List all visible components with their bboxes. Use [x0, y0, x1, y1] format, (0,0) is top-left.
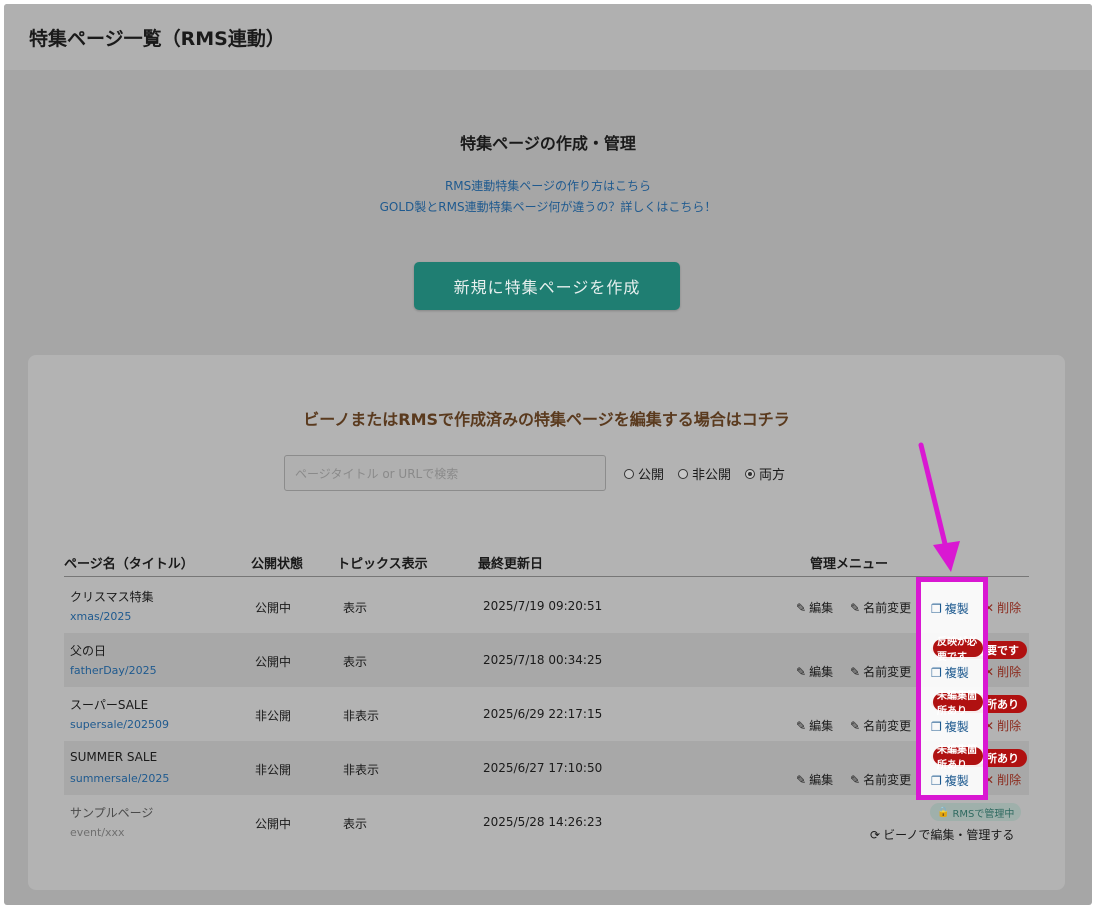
page-title: 特集ページ一覧（RMS連動） — [29, 28, 285, 50]
header-divider — [64, 576, 1029, 577]
delete-button[interactable]: ✕ 削除 — [984, 717, 1021, 734]
page-slug: event/xxx — [70, 826, 125, 839]
intro-title: 特集ページの作成・管理 — [460, 134, 636, 153]
page-name: サンプルページ — [70, 806, 154, 820]
edit-button[interactable]: ✎ 編集 — [796, 717, 833, 734]
copy-button[interactable]: ❐ 複製 — [932, 599, 970, 616]
topics-display: 非表示 — [343, 763, 380, 777]
last-updated: 2025/6/27 17:10:50 — [483, 761, 603, 775]
publish-filter: 公開 非公開 両方 — [624, 464, 785, 483]
radio-icon — [624, 468, 634, 479]
card-title: ビーノまたはRMSで作成済みの特集ページを編集する場合はコチラ — [303, 410, 790, 429]
copy-button[interactable]: ❐ 複製 — [932, 771, 970, 788]
page-slug-link[interactable]: summersale/2025 — [70, 772, 169, 785]
radio-checked-icon — [745, 468, 756, 479]
rename-button[interactable]: ✎ 名前変更 — [850, 771, 911, 788]
pencil-icon: ✎ — [796, 664, 807, 679]
copy-icon: ❐ — [932, 772, 943, 787]
table-row: SUMMER SALE summersale/2025 非公開 非表示 2025… — [64, 741, 1029, 795]
publish-status: 公開中 — [255, 601, 292, 615]
last-updated: 2025/7/18 00:34:25 — [483, 653, 603, 667]
pencil-icon: ✎ — [850, 772, 861, 787]
pencil-icon: ✎ — [850, 664, 861, 679]
close-icon: ✕ — [984, 600, 995, 615]
delete-button[interactable]: ✕ 削除 — [984, 599, 1021, 616]
rename-button[interactable]: ✎ 名前変更 — [850, 663, 911, 680]
copy-icon: ❐ — [932, 664, 943, 679]
page-header: 特集ページ一覧（RMS連動） — [4, 4, 1092, 70]
table-row: サンプルページ event/xxx 公開中 表示 2025/5/28 14:26… — [64, 795, 1029, 849]
col-header-status: 公開状態 — [251, 557, 304, 572]
col-header-name: ページ名（タイトル） — [64, 557, 194, 572]
pencil-icon: ✎ — [850, 600, 861, 615]
filter-private[interactable]: 非公開 — [678, 464, 731, 483]
close-icon: ✕ — [984, 664, 995, 679]
rms-managed-badge: 🔒 RMSで管理中 — [930, 803, 1022, 821]
table-row: スーパーSALE supersale/202509 非公開 非表示 2025/6… — [64, 687, 1029, 741]
status-badge: 未編集箇所あり — [934, 695, 1027, 713]
table-row: 父の日 fatherDay/2025 公開中 表示 2025/7/18 00:3… — [64, 633, 1029, 687]
edit-button[interactable]: ✎ 編集 — [796, 599, 833, 616]
filter-both[interactable]: 両方 — [745, 464, 785, 483]
publish-status: 非公開 — [255, 763, 292, 777]
lock-icon: 🔒 — [937, 806, 950, 818]
status-badge: 未編集箇所あり — [934, 749, 1027, 767]
topics-display: 表示 — [343, 601, 368, 615]
col-header-topics: トピックス表示 — [337, 557, 428, 572]
create-page-button[interactable]: 新規に特集ページを作成 — [414, 262, 680, 310]
topics-display: 表示 — [343, 655, 368, 669]
col-header-updated: 最終更新日 — [478, 557, 544, 572]
search-placeholder: ページタイトル or URLで検索 — [295, 466, 459, 481]
publish-status: 非公開 — [255, 709, 292, 723]
app-window: 特集ページ一覧（RMS連動） 特集ページの作成・管理 RMS連動特集ページの作り… — [4, 4, 1092, 905]
page-name: スーパーSALE — [70, 698, 149, 712]
table-row: クリスマス特集 xmas/2025 公開中 表示 2025/7/19 09:20… — [64, 579, 1029, 633]
edit-button[interactable]: ✎ 編集 — [796, 663, 833, 680]
delete-button[interactable]: ✕ 削除 — [984, 663, 1021, 680]
topics-display: 非表示 — [343, 709, 380, 723]
copy-icon: ❐ — [932, 600, 943, 615]
last-updated: 2025/7/19 09:20:51 — [483, 599, 603, 613]
edit-button[interactable]: ✎ 編集 — [796, 771, 833, 788]
how-to-link[interactable]: RMS連動特集ページの作り方はこちら — [4, 177, 1092, 194]
pencil-icon: ✎ — [796, 718, 807, 733]
status-badge: 反映が必要です — [934, 641, 1027, 659]
topics-display: 表示 — [343, 817, 368, 831]
copy-button[interactable]: ❐ 複製 — [932, 663, 970, 680]
page-slug-link[interactable]: xmas/2025 — [70, 610, 131, 623]
page-slug-link[interactable]: supersale/202509 — [70, 718, 169, 731]
page-name: SUMMER SALE — [70, 750, 158, 764]
col-header-menu: 管理メニュー — [810, 557, 889, 572]
close-icon: ✕ — [984, 772, 995, 787]
page-name: クリスマス特集 — [70, 590, 154, 604]
page-name: 父の日 — [70, 644, 107, 658]
copy-button[interactable]: ❐ 複製 — [932, 717, 970, 734]
publish-status: 公開中 — [255, 817, 292, 831]
page-slug-link[interactable]: fatherDay/2025 — [70, 664, 157, 677]
delete-button[interactable]: ✕ 削除 — [984, 771, 1021, 788]
filter-public[interactable]: 公開 — [624, 464, 664, 483]
rename-button[interactable]: ✎ 名前変更 — [850, 717, 911, 734]
close-icon: ✕ — [984, 718, 995, 733]
last-updated: 2025/5/28 14:26:23 — [483, 815, 603, 829]
bino-manage-link[interactable]: ⟳ ビーノで編集・管理する — [870, 826, 1014, 843]
rename-button[interactable]: ✎ 名前変更 — [850, 599, 911, 616]
refresh-icon: ⟳ — [870, 827, 881, 842]
pencil-icon: ✎ — [796, 772, 807, 787]
last-updated: 2025/6/29 22:17:15 — [483, 707, 603, 721]
pencil-icon: ✎ — [850, 718, 861, 733]
publish-status: 公開中 — [255, 655, 292, 669]
radio-icon — [678, 468, 689, 479]
pencil-icon: ✎ — [796, 600, 807, 615]
copy-icon: ❐ — [932, 718, 943, 733]
pages-card: ビーノまたはRMSで作成済みの特集ページを編集する場合はコチラ ページタイトル … — [28, 355, 1065, 890]
search-input[interactable]: ページタイトル or URLで検索 — [284, 455, 606, 491]
difference-link[interactable]: GOLD製とRMS連動特集ページ何が違うの？詳しくはこちら！ — [4, 198, 1092, 215]
